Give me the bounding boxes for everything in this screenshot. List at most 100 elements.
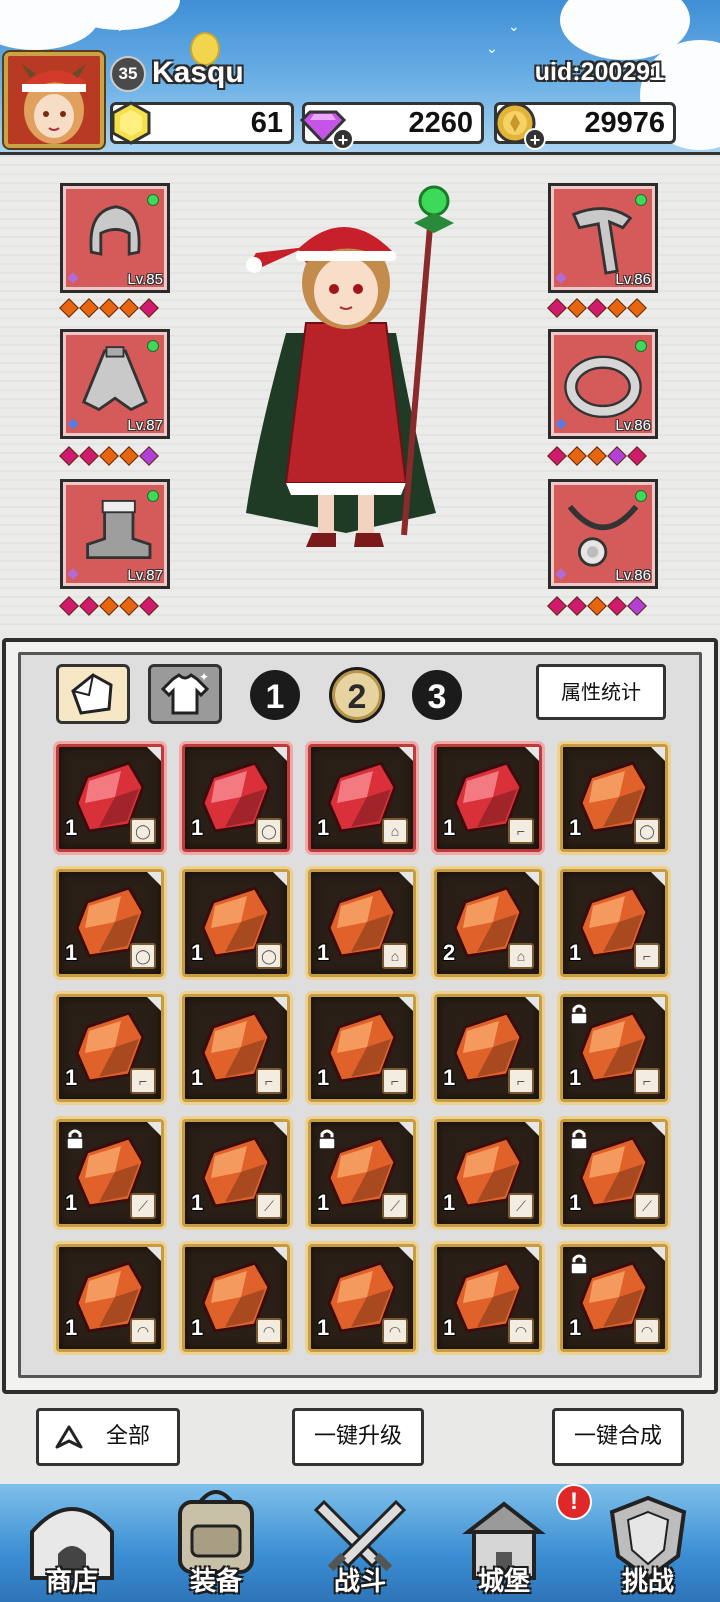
add-gold-button[interactable]: +	[524, 128, 546, 150]
corner-marker	[147, 1247, 161, 1261]
corner-marker	[399, 1122, 413, 1136]
nav-challenge[interactable]: 挑战	[576, 1484, 720, 1602]
inventory-item[interactable]: 1 ⌐	[308, 994, 416, 1102]
nav-battle[interactable]: 战斗	[288, 1484, 432, 1602]
equip-slot-necklace[interactable]: Lv.86	[548, 479, 658, 589]
lock-icon	[317, 1128, 337, 1150]
quality-star-icon	[59, 596, 79, 616]
equipped-indicator	[635, 340, 647, 352]
filter-all-button[interactable]: 全部	[36, 1408, 180, 1466]
boots-type-icon: ⌐	[634, 1068, 660, 1094]
character-figure	[246, 185, 454, 547]
helmet-type-icon: ◠	[508, 1318, 534, 1344]
inventory-item[interactable]: 1 ◠	[434, 1244, 542, 1352]
player-avatar[interactable]	[4, 52, 104, 148]
page-button-3[interactable]: 3	[412, 670, 462, 720]
attribute-stats-button[interactable]: 属性统计	[536, 664, 666, 720]
inventory-item[interactable]: 1 ⟋	[560, 1119, 668, 1227]
corner-marker	[525, 1247, 539, 1261]
item-quantity: 1	[191, 1315, 204, 1340]
player-level-badge: 35	[110, 56, 146, 92]
inventory-item[interactable]: 1 ◠	[56, 1244, 164, 1352]
nav-castle[interactable]: 城堡	[432, 1484, 576, 1602]
corner-marker	[147, 1122, 161, 1136]
quality-star-icon	[607, 596, 627, 616]
item-quantity: 1	[569, 1190, 582, 1215]
inventory-item[interactable]: 1 ⌐	[560, 994, 668, 1102]
svg-text:✦: ✦	[199, 670, 209, 684]
nav-label: 商店	[45, 1567, 98, 1597]
inventory-item[interactable]: 1 ⌐	[56, 994, 164, 1102]
lock-icon	[569, 1128, 589, 1150]
inventory-item[interactable]: 1 ⟋	[56, 1119, 164, 1227]
equipped-indicator	[635, 490, 647, 502]
inventory-item[interactable]: 1 ⌐	[434, 994, 542, 1102]
inventory-item[interactable]: 1 ◯	[182, 869, 290, 977]
notification-badge: !	[556, 1484, 592, 1520]
tab-costume[interactable]: ✦	[148, 664, 222, 724]
quality-star-icon	[99, 446, 119, 466]
inventory-item[interactable]: 1 ⟋	[308, 1119, 416, 1227]
quality-star-icon	[587, 596, 607, 616]
inventory-item[interactable]: 1 ⟋	[182, 1119, 290, 1227]
shirt-icon: ✦	[160, 670, 210, 715]
quality-star-icon	[79, 298, 99, 318]
item-quantity: 1	[317, 1315, 330, 1340]
merge-all-button[interactable]: 一键合成	[552, 1408, 684, 1466]
boots-type-icon: ⌐	[256, 1068, 282, 1094]
item-quantity: 1	[191, 1065, 204, 1090]
equip-slot-helmet[interactable]: Lv.85	[60, 183, 170, 293]
corner-marker	[525, 997, 539, 1011]
page-button-1[interactable]: 1	[250, 670, 300, 720]
item-quantity: 1	[317, 940, 330, 965]
ring-type-icon: ◯	[130, 818, 156, 844]
quality-star-icon	[59, 298, 79, 318]
quality-star-icon	[587, 446, 607, 466]
upgrade-all-button[interactable]: 一键升级	[292, 1408, 424, 1466]
nav-shop[interactable]: 商店	[0, 1484, 144, 1602]
helmet-type-icon: ◠	[256, 1318, 282, 1344]
nav-equipment[interactable]: 装备	[144, 1484, 288, 1602]
inventory-item[interactable]: 1 ◠	[182, 1244, 290, 1352]
inventory-item[interactable]: 1 ◯	[56, 869, 164, 977]
add-diamonds-button[interactable]: +	[332, 128, 354, 150]
corner-marker	[525, 747, 539, 761]
inventory-item[interactable]: 1 ◠	[560, 1244, 668, 1352]
quality-star-icon	[99, 596, 119, 616]
corner-marker	[273, 997, 287, 1011]
gem-outline-icon	[71, 673, 113, 715]
inventory-item[interactable]: 1 ◯	[56, 744, 164, 852]
equip-slot-boots[interactable]: Lv.87	[60, 479, 170, 589]
corner-marker	[651, 1122, 665, 1136]
lock-icon	[569, 1003, 589, 1025]
inventory-item[interactable]: 1 ⌐	[560, 869, 668, 977]
inventory-item[interactable]: 1 ⌐	[182, 994, 290, 1102]
necklace-star-row	[547, 596, 647, 616]
inventory-item[interactable]: 1 ⟋	[434, 1119, 542, 1227]
filter-all-label: 全部	[105, 1424, 150, 1449]
item-quantity: 1	[65, 1065, 78, 1090]
quality-star-icon	[119, 596, 139, 616]
equip-slot-ring[interactable]: Lv.86	[548, 329, 658, 439]
page-button-2[interactable]: 2	[332, 670, 382, 720]
lock-icon	[65, 1128, 85, 1150]
ring-star-row	[547, 446, 647, 466]
inventory-item[interactable]: 1 ◯	[182, 744, 290, 852]
inventory-item[interactable]: 1 ◯	[560, 744, 668, 852]
tab-gems[interactable]	[56, 664, 130, 724]
inventory-item[interactable]: 1 ⌂	[308, 869, 416, 977]
inventory-item[interactable]: 1 ⌐	[434, 744, 542, 852]
quality-star-icon	[547, 596, 567, 616]
inventory-item[interactable]: 2 ⌂	[434, 869, 542, 977]
corner-marker	[651, 872, 665, 886]
inventory-item[interactable]: 1 ⌂	[308, 744, 416, 852]
item-quantity: 1	[65, 1315, 78, 1340]
equip-slot-cape[interactable]: Lv.87	[60, 329, 170, 439]
boots-star-row	[59, 596, 159, 616]
character-equipment-area: Lv.85 Lv.87 Lv.87 Lv.86 Lv.86 Lv.86	[0, 152, 720, 755]
equip-slot-weapon[interactable]: Lv.86	[548, 183, 658, 293]
inventory-item[interactable]: 1 ◠	[308, 1244, 416, 1352]
corner-marker	[525, 1122, 539, 1136]
inventory-panel: ✦ 1 2 3 属性统计 1 ◯ 1 ◯ 1 ⌂ 1 ⌐ 1 ◯ 1 ◯ 1 ◯ 1 ⌂ 2 ⌂ 1 ⌐ 1 ⌐ 1 ⌐ 1 ⌐ 1…	[2, 638, 718, 1394]
quality-star-icon	[567, 596, 587, 616]
